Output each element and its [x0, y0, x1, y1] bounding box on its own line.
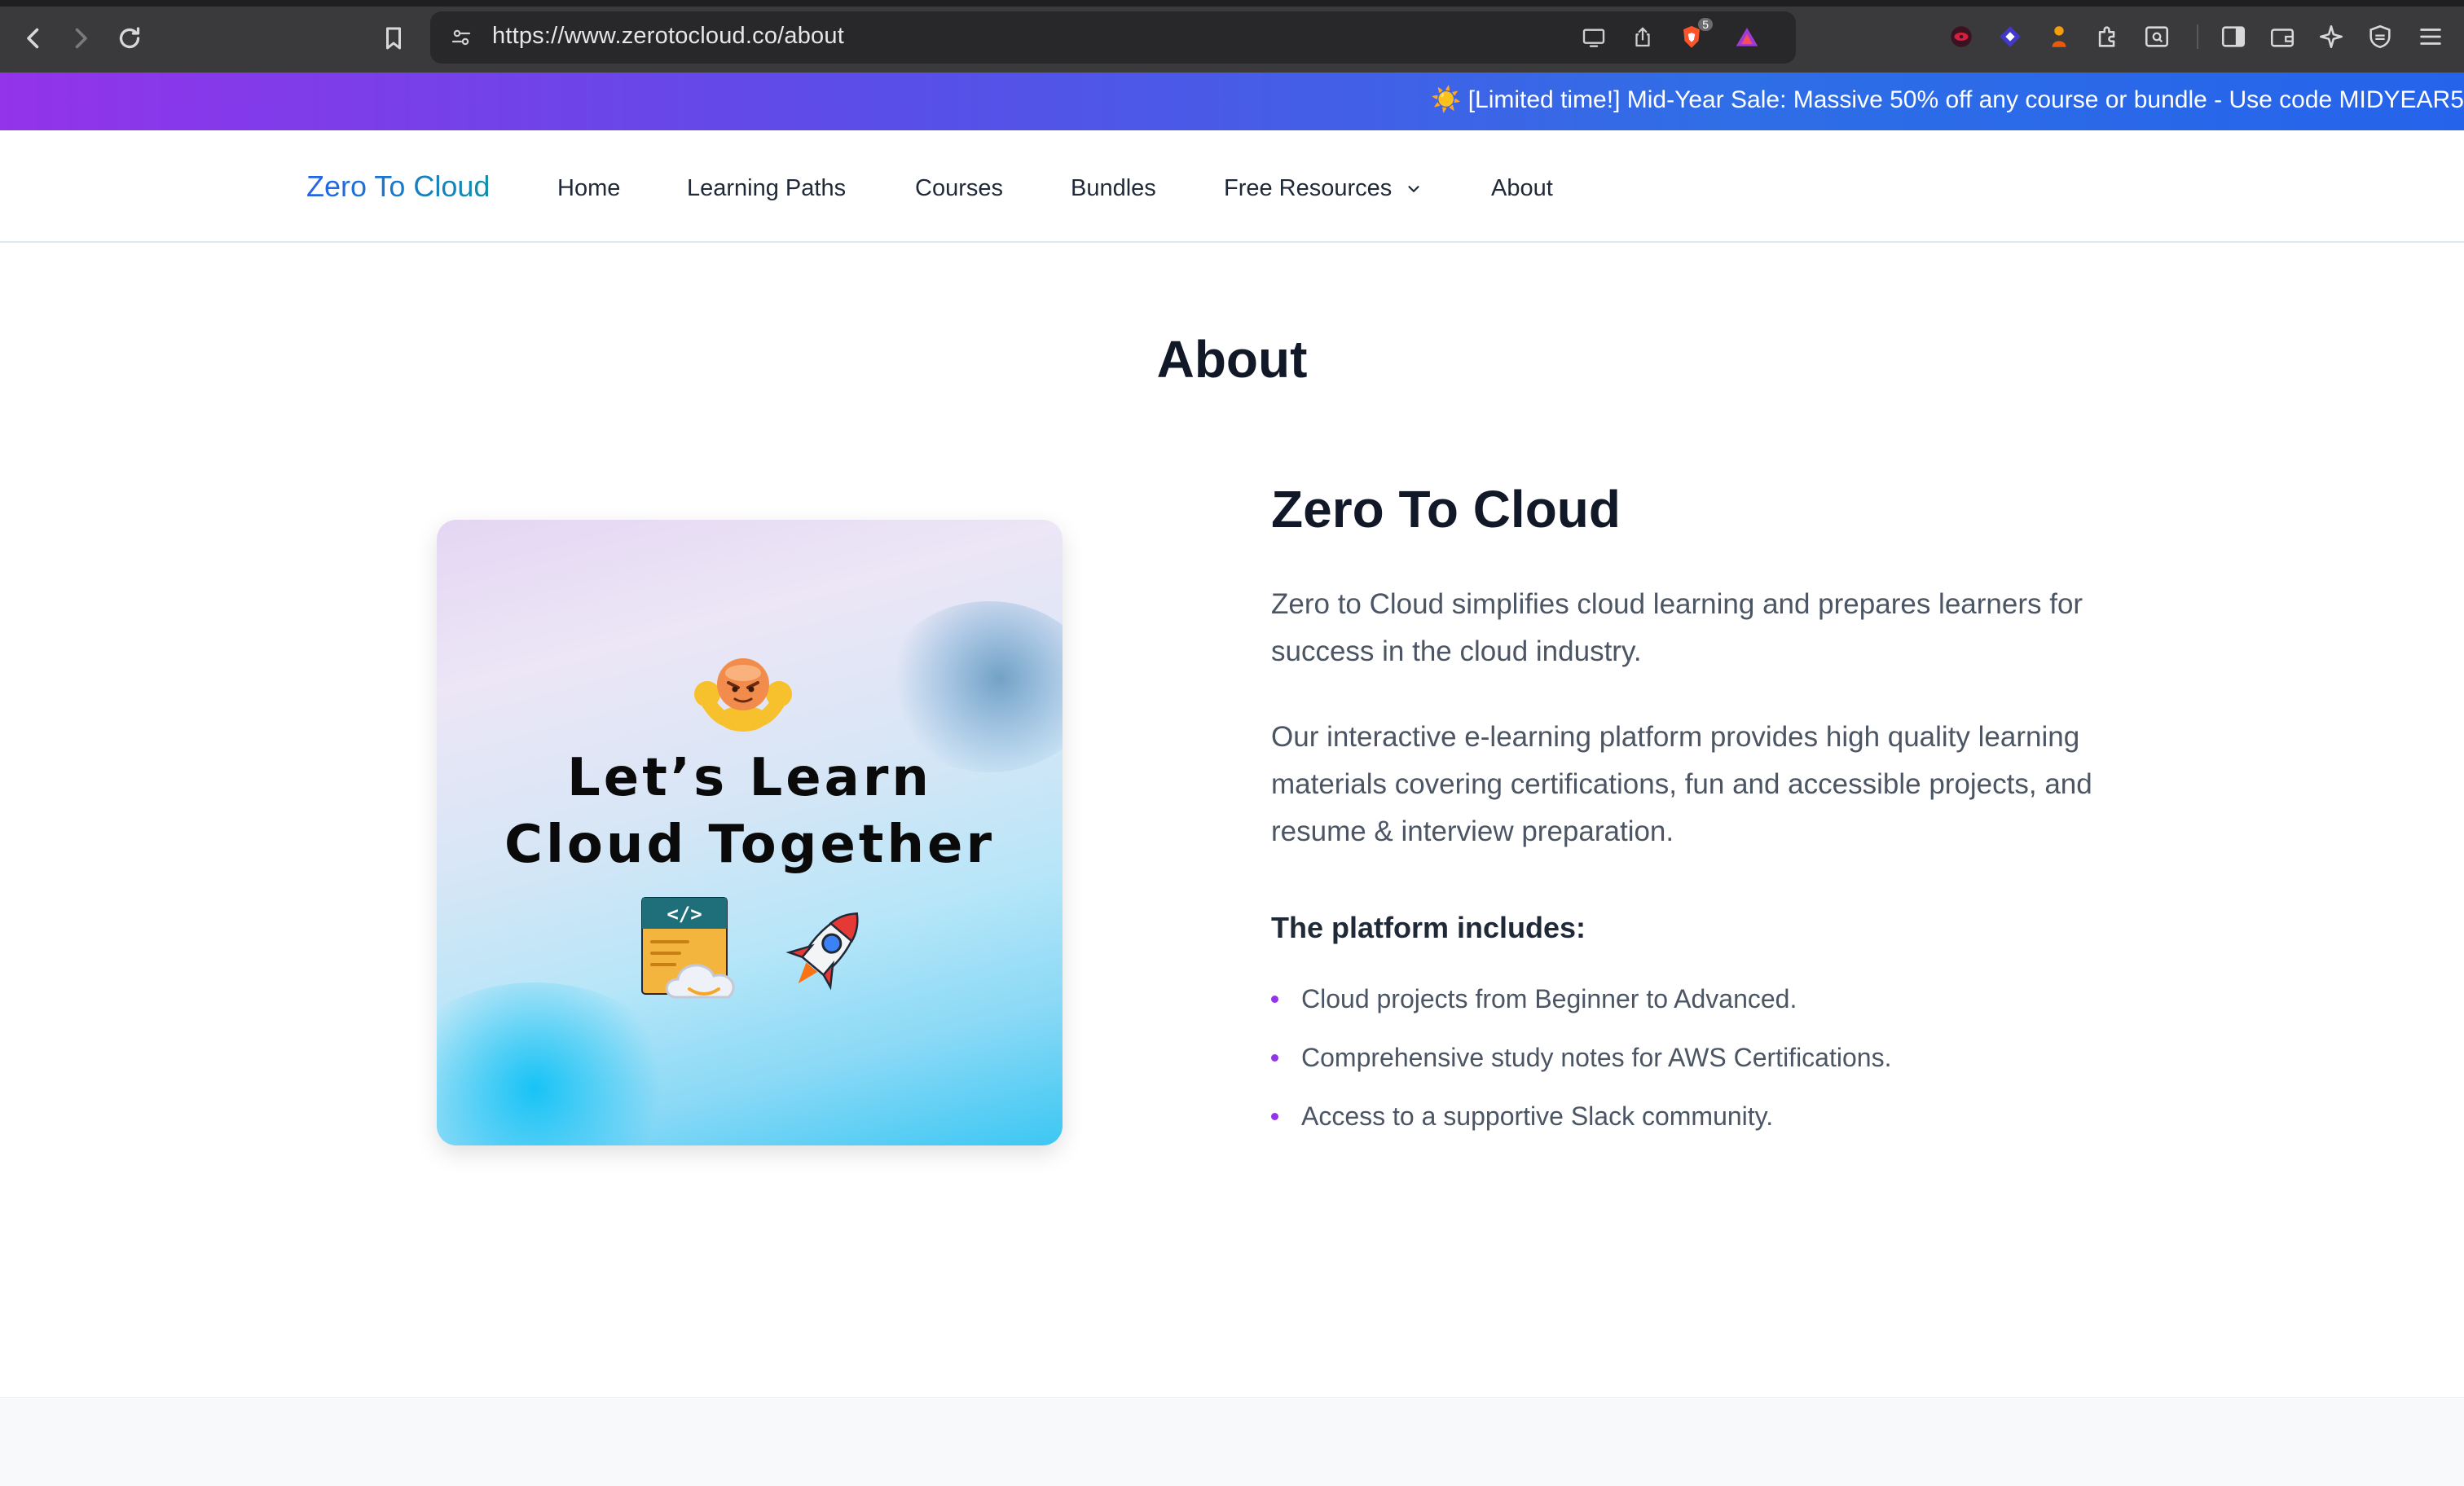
extension-eye-icon[interactable]: [1946, 21, 1977, 52]
nav-free-resources[interactable]: Free Resources: [1224, 175, 1423, 202]
feature-text: Comprehensive study notes for AWS Certif…: [1301, 1043, 1892, 1072]
brave-shields-icon[interactable]: 5: [1675, 18, 1713, 54]
nav-courses[interactable]: Courses: [915, 175, 1003, 202]
extension-character-icon[interactable]: [2044, 21, 2075, 52]
sidebar-toggle-icon[interactable]: [2218, 21, 2249, 52]
nav-bundles[interactable]: Bundles: [1071, 175, 1156, 202]
platform-paragraph: Our interactive e-learning platform prov…: [1271, 721, 2092, 847]
code-document-cloud-icon: </>: [641, 897, 735, 999]
vpn-shield-icon[interactable]: [2365, 21, 2396, 52]
hero-text-line-1: Let’s Learn: [567, 748, 932, 808]
list-item: Comprehensive study notes for AWS Certif…: [1271, 1043, 1891, 1073]
nav-free-resources-label: Free Resources: [1224, 175, 1393, 201]
section-title: Zero To Cloud: [1271, 480, 1621, 539]
hero-cloud-blur: [883, 601, 1063, 772]
forward-arrow-icon: [75, 28, 87, 49]
bookmark-icon: [386, 27, 401, 50]
url-text[interactable]: https://www.zerotocloud.co/about: [492, 23, 844, 50]
bullet-dot-icon: [1271, 996, 1278, 1004]
page-title: About: [1156, 330, 1308, 389]
menu-icon[interactable]: [2415, 21, 2446, 52]
address-bar[interactable]: https://www.zerotocloud.co/about 5: [430, 11, 1796, 64]
site-header: Zero To Cloud Home Learning Paths Course…: [0, 130, 2464, 243]
extension-diamond-icon[interactable]: [1995, 21, 2026, 52]
hero-text-line-2: Cloud Together: [504, 815, 995, 875]
reload-icon: [119, 27, 140, 49]
rocket-icon: [785, 912, 859, 991]
promo-banner[interactable]: ☀️ [Limited time!] Mid-Year Sale: Massiv…: [0, 73, 2464, 130]
reload-button[interactable]: [108, 16, 152, 60]
hero-image: Let’s Learn Cloud Together </>: [437, 520, 1063, 1145]
share-icon[interactable]: [1626, 21, 1659, 54]
nav-about[interactable]: About: [1491, 175, 1553, 202]
brave-rewards-icon[interactable]: [1731, 21, 1763, 54]
feature-text: Cloud projects from Beginner to Advanced…: [1301, 984, 1797, 1013]
forward-button[interactable]: [59, 16, 103, 60]
includes-heading: The platform includes:: [1271, 911, 1586, 944]
bookmark-button[interactable]: [372, 16, 416, 60]
nav-home[interactable]: Home: [557, 175, 620, 202]
bullet-dot-icon: [1271, 1054, 1278, 1062]
chevron-down-icon: [1408, 186, 1419, 193]
site-logo[interactable]: Zero To Cloud: [306, 169, 490, 204]
leo-ai-icon[interactable]: [2316, 21, 2347, 52]
wallet-icon[interactable]: [2267, 21, 2298, 52]
window-top-edge: [0, 0, 2464, 7]
cast-icon[interactable]: [1577, 21, 1610, 54]
browser-toolbar: https://www.zerotocloud.co/about 5: [0, 0, 2464, 73]
back-button[interactable]: [11, 16, 55, 60]
intro-paragraph: Zero to Cloud simplifies cloud learning …: [1271, 588, 2083, 667]
shields-count-badge: 5: [1698, 18, 1713, 31]
extensions-puzzle-icon[interactable]: [2092, 21, 2123, 52]
toolbar-divider: [2197, 24, 2198, 49]
back-arrow-icon: [27, 28, 39, 49]
list-item: Cloud projects from Beginner to Advanced…: [1271, 984, 1797, 1014]
promo-text[interactable]: ☀️ [Limited time!] Mid-Year Sale: Massiv…: [1431, 86, 2464, 114]
feature-text: Access to a supportive Slack community.: [1301, 1101, 1774, 1131]
list-item: Access to a supportive Slack community.: [1271, 1101, 1773, 1132]
site-settings-icon[interactable]: [445, 21, 477, 54]
bullet-dot-icon: [1271, 1113, 1278, 1121]
svg-text:</>: </>: [667, 903, 702, 925]
nav-learning-paths[interactable]: Learning Paths: [687, 175, 846, 202]
reader-mode-icon[interactable]: [2141, 21, 2172, 52]
mascot-flexing-icon: [694, 658, 792, 732]
footer-section: [0, 1397, 2464, 1486]
